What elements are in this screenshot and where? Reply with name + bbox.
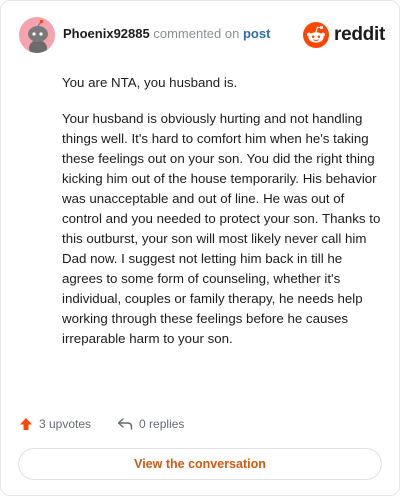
upvote-button[interactable]: 3 upvotes (19, 417, 91, 431)
reply-arrow-icon (117, 418, 133, 430)
upvote-count: 3 upvotes (39, 417, 92, 431)
reddit-wordmark: reddit (334, 24, 385, 45)
comment-card: Phoenix92885 commented on post reddit Yo… (0, 0, 400, 496)
comment-meta: Phoenix92885 commented on post (63, 26, 270, 42)
reddit-logo-icon (303, 22, 330, 48)
snoo-avatar-icon (19, 17, 55, 53)
comment-actions: 3 upvotes 0 replies (19, 414, 184, 434)
comment-header: Phoenix92885 commented on post reddit (19, 17, 385, 53)
comment-body: You are NTA, you husband is. Your husban… (62, 73, 384, 365)
upvote-arrow-icon (20, 418, 32, 430)
comment-paragraph: Your husband is obviously hurting and no… (62, 111, 381, 346)
post-link[interactable]: post (243, 26, 270, 41)
reddit-brand[interactable]: reddit (303, 21, 385, 49)
view-conversation-button[interactable]: View the conversation (18, 448, 382, 480)
reply-count: 0 replies (139, 417, 185, 431)
avatar[interactable] (19, 17, 55, 53)
commented-on-label: commented on (153, 26, 240, 41)
comment-paragraph: You are NTA, you husband is. (62, 75, 238, 90)
replies-button[interactable]: 0 replies (117, 417, 184, 431)
username[interactable]: Phoenix92885 (63, 26, 150, 41)
